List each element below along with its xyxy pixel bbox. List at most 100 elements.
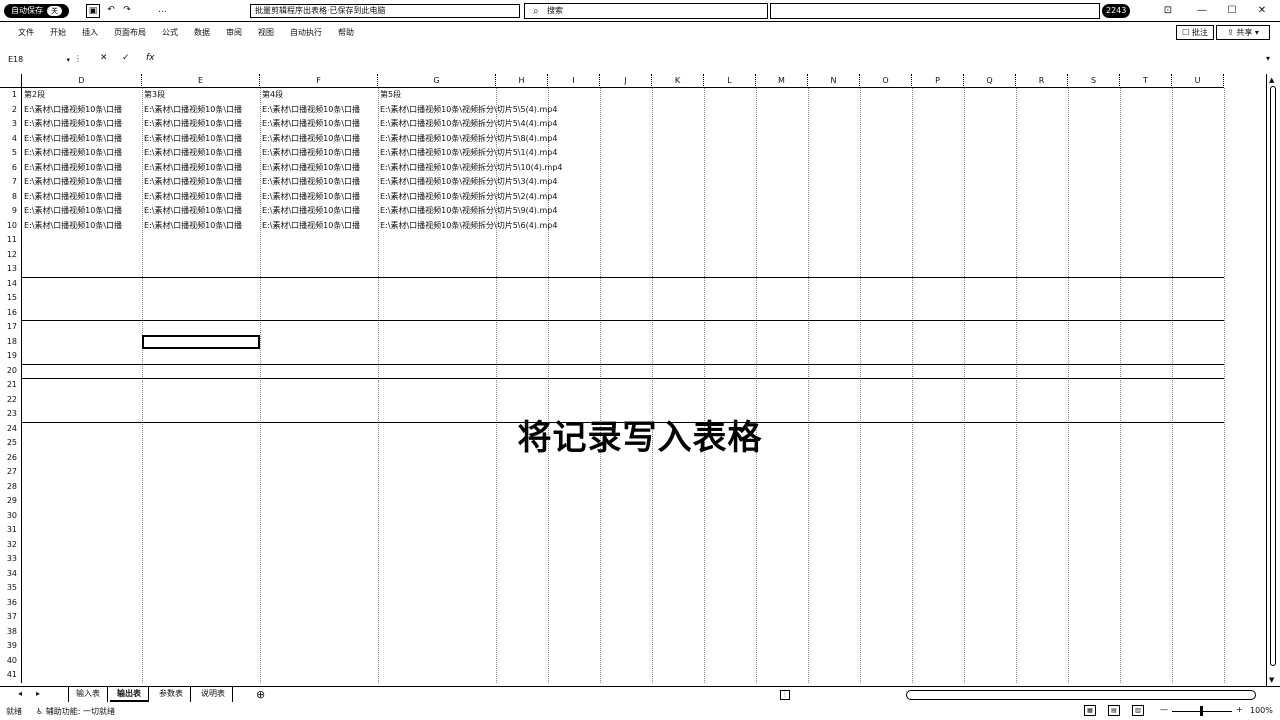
table-cell[interactable]: E:\素材\口播视频10条\口播 — [142, 204, 260, 219]
zoom-level[interactable]: 100% — [1250, 706, 1273, 715]
row-header-20[interactable]: 20 — [0, 363, 22, 378]
header-cell[interactable]: 第4段 — [260, 88, 378, 103]
row-header-14[interactable]: 14 — [0, 276, 22, 291]
row-header-3[interactable]: 3 — [0, 117, 22, 132]
row-header-12[interactable]: 12 — [0, 247, 22, 262]
autosave-toggle[interactable]: 自动保存 关 — [4, 4, 69, 18]
row-header-4[interactable]: 4 — [0, 131, 22, 146]
table-cell[interactable]: E:\素材\口播视频10条\视频拆分\切片5\10(4).mp4 — [378, 161, 668, 176]
column-header-n[interactable]: N — [808, 74, 860, 88]
table-cell[interactable]: E:\素材\口播视频10条\口播 — [22, 175, 142, 190]
next-sheet-icon[interactable]: ▸ — [36, 689, 40, 698]
row-header-24[interactable]: 24 — [0, 421, 22, 436]
table-cell[interactable]: E:\素材\口播视频10条\口播 — [142, 219, 260, 234]
row-header-34[interactable]: 34 — [0, 566, 22, 581]
tab-page-layout[interactable]: 页面布局 — [106, 27, 154, 38]
table-cell[interactable]: E:\素材\口播视频10条\口播 — [260, 117, 378, 132]
table-cell[interactable]: E:\素材\口播视频10条\口播 — [260, 132, 378, 147]
row-header-38[interactable]: 38 — [0, 624, 22, 639]
tab-insert[interactable]: 插入 — [74, 27, 106, 38]
tab-file[interactable]: 文件 — [10, 27, 42, 38]
row-header-36[interactable]: 36 — [0, 595, 22, 610]
table-cell[interactable]: E:\素材\口播视频10条\口播 — [142, 146, 260, 161]
table-cell[interactable]: E:\素材\口播视频10条\口播 — [22, 103, 142, 118]
tab-review[interactable]: 审阅 — [218, 27, 250, 38]
tab-automate[interactable]: 自动执行 — [282, 27, 330, 38]
normal-view-icon[interactable]: ▦ — [1084, 705, 1096, 716]
maximize-icon[interactable]: ☐ — [1224, 4, 1240, 18]
column-header-j[interactable]: J — [600, 74, 652, 88]
expand-formula-bar-icon[interactable]: ▾ — [1266, 54, 1270, 63]
table-cell[interactable]: E:\素材\口播视频10条\口播 — [260, 161, 378, 176]
row-header-21[interactable]: 21 — [0, 378, 22, 393]
row-header-33[interactable]: 33 — [0, 552, 22, 567]
row-header-5[interactable]: 5 — [0, 146, 22, 161]
table-cell[interactable]: E:\素材\口播视频10条\口播 — [22, 204, 142, 219]
table-cell[interactable]: E:\素材\口播视频10条\视频拆分\切片5\9(4).mp4 — [378, 204, 668, 219]
table-cell[interactable]: E:\素材\口播视频10条\口播 — [260, 103, 378, 118]
undo-icon[interactable]: ↶ — [104, 4, 118, 18]
share-button[interactable]: ⇪ 共享 ▾ — [1216, 25, 1270, 40]
row-header-16[interactable]: 16 — [0, 305, 22, 320]
worksheet-grid[interactable]: DEFGHIJKLMNOPQRSTU 1 2 3 4 5 6 7 8 9 10 11 12 13 14 15… — [0, 74, 1266, 686]
page-layout-view-icon[interactable]: ▤ — [1108, 705, 1120, 716]
row-header-23[interactable]: 23 — [0, 407, 22, 422]
zoom-out-icon[interactable]: — — [1160, 705, 1168, 714]
table-cell[interactable]: E:\素材\口播视频10条\口播 — [22, 146, 142, 161]
table-cell[interactable]: E:\素材\口播视频10条\视频拆分\切片5\3(4).mp4 — [378, 175, 668, 190]
column-header-h[interactable]: H — [496, 74, 548, 88]
minimize-icon[interactable]: — — [1194, 4, 1210, 18]
table-cell[interactable]: E:\素材\口播视频10条\口播 — [142, 117, 260, 132]
row-header-22[interactable]: 22 — [0, 392, 22, 407]
user-badge[interactable]: 2243 — [1102, 4, 1131, 18]
row-header-30[interactable]: 30 — [0, 508, 22, 523]
tab-split-handle[interactable]: ⋮ — [780, 690, 790, 700]
select-all-corner[interactable] — [0, 74, 22, 88]
row-header-8[interactable]: 8 — [0, 189, 22, 204]
column-header-t[interactable]: T — [1120, 74, 1172, 88]
table-cell[interactable]: E:\素材\口播视频10条\口播 — [22, 190, 142, 205]
row-header-41[interactable]: 41 — [0, 668, 22, 683]
insert-function-icon[interactable]: fx — [146, 53, 155, 63]
scroll-down-icon[interactable]: ▼ — [1269, 676, 1274, 684]
row-header-1[interactable]: 1 — [0, 88, 22, 103]
table-cell[interactable]: E:\素材\口播视频10条\视频拆分\切片5\5(4).mp4 — [378, 103, 668, 118]
row-header-28[interactable]: 28 — [0, 479, 22, 494]
row-header-26[interactable]: 26 — [0, 450, 22, 465]
row-header-18[interactable]: 18 — [0, 334, 22, 349]
quick-access-more[interactable]: ... — [158, 5, 167, 15]
row-header-9[interactable]: 9 — [0, 204, 22, 219]
column-header-q[interactable]: Q — [964, 74, 1016, 88]
row-header-35[interactable]: 35 — [0, 581, 22, 596]
check-icon[interactable]: ✓ — [122, 53, 130, 63]
row-header-17[interactable]: 17 — [0, 320, 22, 335]
column-header-k[interactable]: K — [652, 74, 704, 88]
sheet-tab-input[interactable]: 输入表 — [68, 687, 108, 702]
scroll-up-icon[interactable]: ▲ — [1269, 76, 1274, 84]
header-cell[interactable]: 第3段 — [142, 88, 260, 103]
zoom-in-icon[interactable]: + — [1236, 705, 1243, 714]
table-cell[interactable]: E:\素材\口播视频10条\口播 — [142, 175, 260, 190]
search-input[interactable]: ⌕ 搜索 — [524, 3, 768, 19]
table-cell[interactable]: E:\素材\口播视频10条\口播 — [260, 204, 378, 219]
table-cell[interactable]: E:\素材\口播视频10条\口播 — [22, 117, 142, 132]
table-cell[interactable]: E:\素材\口播视频10条\口播 — [22, 161, 142, 176]
header-cell[interactable]: 第2段 — [22, 88, 142, 103]
document-title[interactable]: 批量剪辑程序出表格·已保存到此电脑 — [250, 4, 520, 18]
redo-icon[interactable]: ↷ — [120, 4, 134, 18]
row-header-2[interactable]: 2 — [0, 102, 22, 117]
tab-formulas[interactable]: 公式 — [154, 27, 186, 38]
row-header-25[interactable]: 25 — [0, 436, 22, 451]
table-cell[interactable]: E:\素材\口播视频10条\视频拆分\切片5\4(4).mp4 — [378, 117, 668, 132]
table-cell[interactable]: E:\素材\口播视频10条\口播 — [22, 219, 142, 234]
row-header-37[interactable]: 37 — [0, 610, 22, 625]
table-cell[interactable]: E:\素材\口播视频10条\口播 — [22, 132, 142, 147]
table-cell[interactable]: E:\素材\口播视频10条\视频拆分\切片5\1(4).mp4 — [378, 146, 668, 161]
row-header-10[interactable]: 10 — [0, 218, 22, 233]
sheet-tab-notes[interactable]: 说明表 — [194, 687, 233, 702]
tab-home[interactable]: 开始 — [42, 27, 74, 38]
tab-data[interactable]: 数据 — [186, 27, 218, 38]
row-header-11[interactable]: 11 — [0, 233, 22, 248]
row-header-40[interactable]: 40 — [0, 653, 22, 668]
cancel-icon[interactable]: ✕ — [100, 53, 108, 63]
